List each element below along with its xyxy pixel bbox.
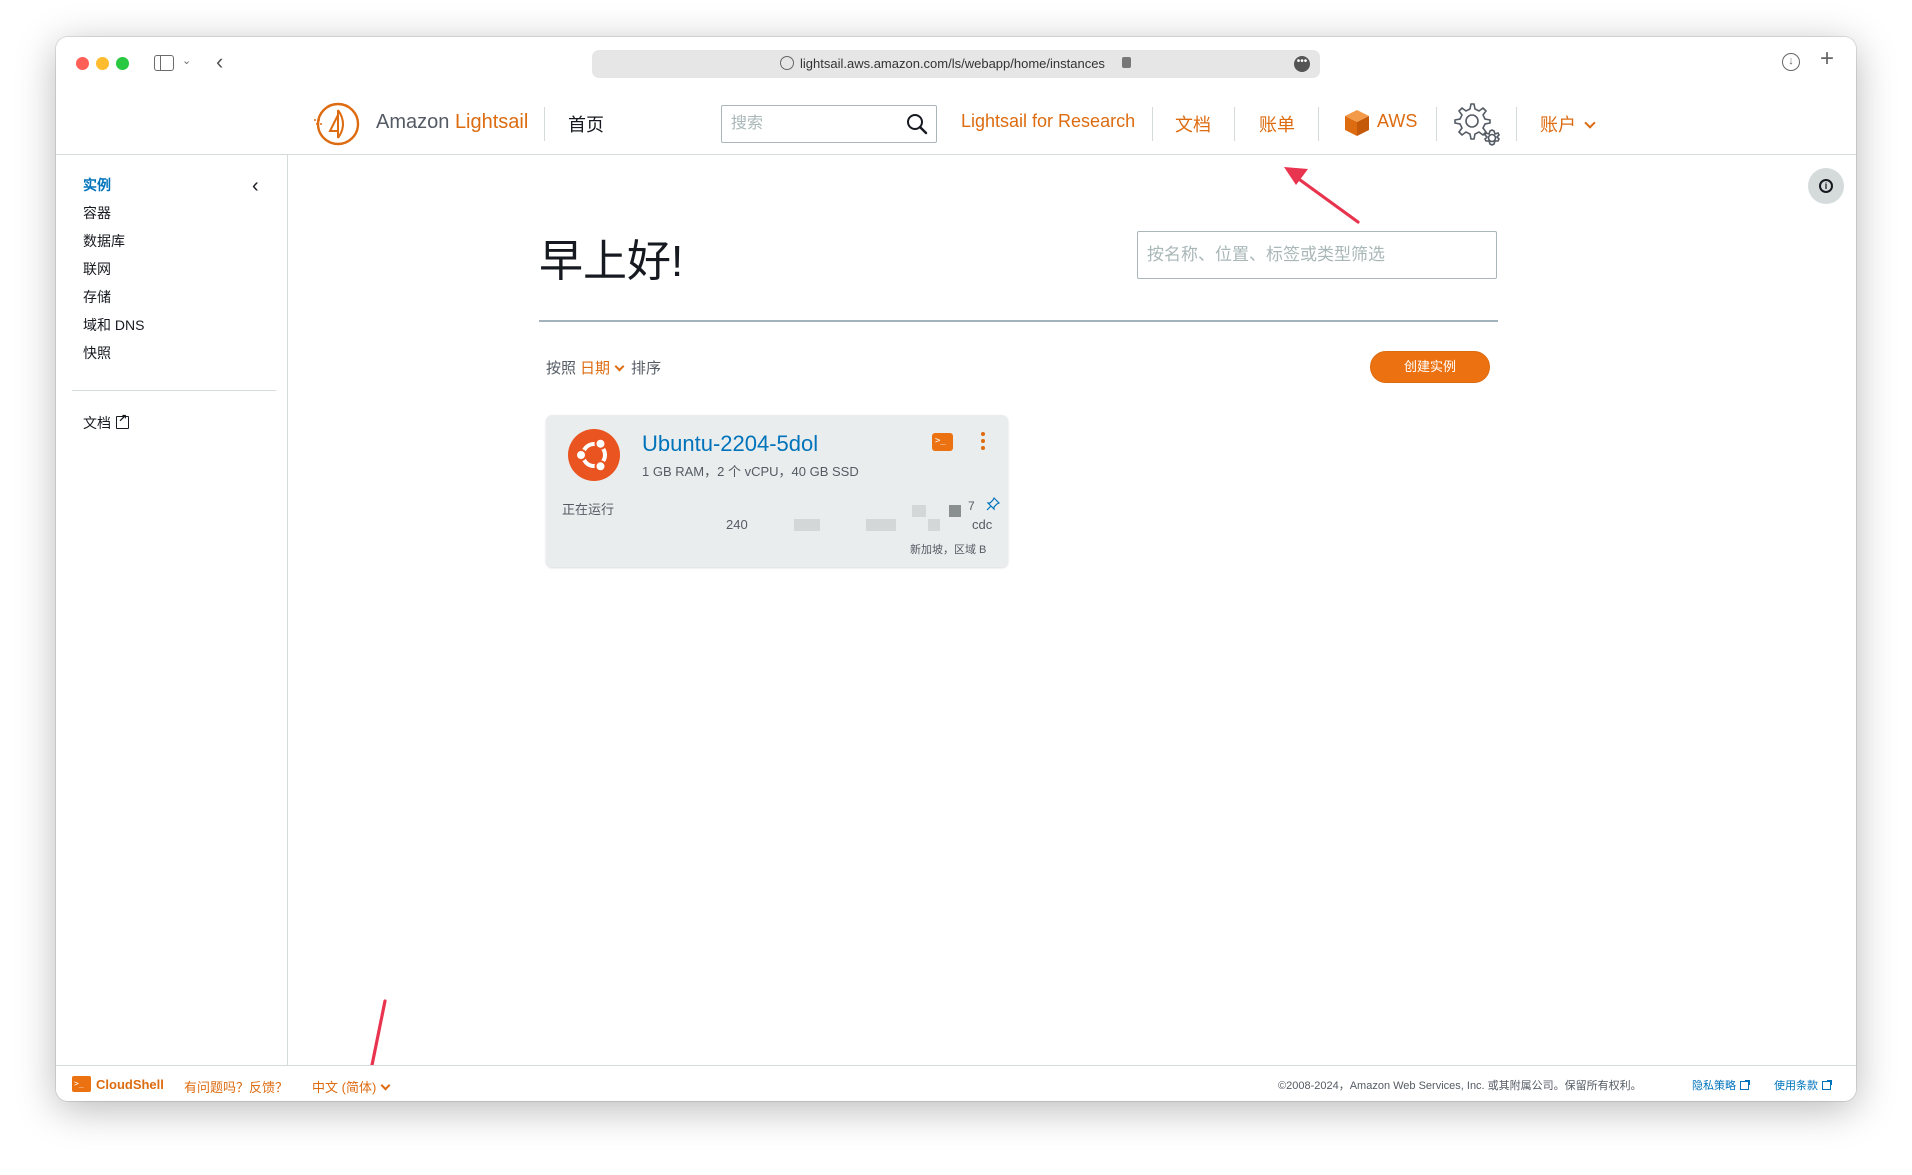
collapse-sidebar-icon[interactable]: ‹ bbox=[252, 175, 259, 198]
redacted-block bbox=[928, 519, 940, 531]
account-menu[interactable]: 账户 bbox=[1540, 111, 1596, 137]
external-link-icon bbox=[1822, 1080, 1832, 1090]
external-link-icon bbox=[1740, 1080, 1750, 1090]
sidebar-item-containers[interactable]: 容器 bbox=[83, 203, 111, 223]
create-instance-button[interactable]: 创建实例 bbox=[1370, 351, 1490, 383]
sort-suffix: 排序 bbox=[631, 360, 662, 377]
sidebar-item-networking[interactable]: 联网 bbox=[83, 259, 111, 279]
search-box[interactable] bbox=[721, 105, 937, 143]
terminal-connect-icon[interactable]: >_ bbox=[932, 433, 953, 451]
instance-region: 新加坡，区域 B bbox=[910, 544, 987, 556]
terms-link[interactable]: 使用条款 bbox=[1774, 1077, 1832, 1093]
divider bbox=[544, 107, 545, 141]
content-divider bbox=[539, 320, 1498, 322]
logo-prefix: Amazon bbox=[376, 111, 455, 133]
search-icon[interactable] bbox=[906, 113, 928, 135]
globe-icon bbox=[780, 56, 794, 70]
more-actions-icon[interactable] bbox=[980, 432, 986, 452]
terms-label: 使用条款 bbox=[1774, 1080, 1818, 1092]
lightsail-research-link[interactable]: Lightsail for Research bbox=[961, 111, 1135, 132]
logo-accent: Lightsail bbox=[454, 111, 529, 133]
sidebar-item-domains-dns[interactable]: 域和 DNS bbox=[83, 315, 144, 335]
instance-ip-suffix: 7 bbox=[968, 499, 975, 513]
address-bar[interactable]: lightsail.aws.amazon.com/ls/webapp/home/… bbox=[592, 50, 1320, 78]
download-icon[interactable]: ↓ bbox=[1782, 53, 1800, 71]
close-window-button[interactable] bbox=[76, 57, 89, 70]
redacted-block bbox=[866, 519, 896, 531]
sidebar-item-storage[interactable]: 存储 bbox=[83, 287, 111, 307]
redacted-block bbox=[912, 505, 926, 517]
divider bbox=[1516, 107, 1517, 141]
new-tab-icon[interactable]: + bbox=[1820, 47, 1834, 71]
pin-icon[interactable] bbox=[986, 497, 1000, 511]
privacy-link[interactable]: 隐私策略 bbox=[1692, 1077, 1750, 1093]
chevron-down-icon bbox=[1584, 117, 1596, 129]
sidebar-item-databases[interactable]: 数据库 bbox=[83, 231, 125, 251]
language-selector[interactable]: 中文 (简体) bbox=[312, 1077, 391, 1096]
divider bbox=[1318, 107, 1319, 141]
divider bbox=[1234, 107, 1235, 141]
more-options-icon[interactable]: ••• bbox=[1294, 56, 1310, 72]
aws-cube-icon[interactable] bbox=[1344, 109, 1370, 137]
privacy-label: 隐私策略 bbox=[1692, 1080, 1736, 1092]
search-input[interactable] bbox=[722, 106, 892, 142]
logo-text[interactable]: Amazon Lightsail bbox=[376, 111, 528, 134]
sidebar-item-snapshots[interactable]: 快照 bbox=[83, 343, 111, 363]
aws-link[interactable]: AWS bbox=[1377, 111, 1417, 132]
settings-gear-icon[interactable] bbox=[1454, 103, 1504, 149]
sidebar-docs-link[interactable]: 文档 bbox=[83, 412, 129, 433]
sidebar-divider bbox=[72, 390, 276, 391]
lock-icon bbox=[1122, 57, 1131, 68]
footer: >_ CloudShell 有问题吗？反馈？ 中文 (简体) ©2008-202… bbox=[56, 1065, 1856, 1101]
browser-window: ⌄ ‹ lightsail.aws.amazon.com/ls/webapp/h… bbox=[56, 37, 1856, 1101]
sort-prefix: 按照 bbox=[546, 360, 577, 377]
chevron-down-icon[interactable] bbox=[614, 361, 625, 372]
sort-dropdown[interactable]: 日期 bbox=[580, 360, 610, 377]
minimize-window-button[interactable] bbox=[96, 57, 109, 70]
filter-input[interactable] bbox=[1137, 231, 1497, 279]
instance-ip: 240 bbox=[726, 517, 748, 532]
app-header: Amazon Lightsail 首页 Lightsail for Resear… bbox=[56, 89, 1856, 155]
docs-link[interactable]: 文档 bbox=[1175, 111, 1211, 137]
instance-name-link[interactable]: Ubuntu-2204-5dol bbox=[642, 431, 818, 457]
chevron-down-icon bbox=[380, 1080, 391, 1091]
cloudshell-link[interactable]: CloudShell bbox=[96, 1077, 164, 1092]
chevron-down-icon[interactable]: ⌄ bbox=[182, 54, 191, 67]
url-text[interactable]: lightsail.aws.amazon.com/ls/webapp/home/… bbox=[800, 56, 1105, 71]
sidebar-item-instances[interactable]: 实例 bbox=[83, 175, 111, 195]
redacted-block bbox=[794, 519, 820, 531]
feedback-link[interactable]: 有问题吗？反馈？ bbox=[184, 1077, 288, 1096]
instance-zone-suffix: cdc bbox=[972, 517, 993, 532]
browser-toolbar: ⌄ ‹ lightsail.aws.amazon.com/ls/webapp/h… bbox=[56, 37, 1856, 89]
account-label: 账户 bbox=[1540, 115, 1576, 135]
lightsail-logo-icon[interactable] bbox=[314, 101, 360, 147]
info-button[interactable]: i bbox=[1808, 168, 1844, 204]
home-link[interactable]: 首页 bbox=[568, 111, 604, 137]
copyright-text: ©2008-2024，Amazon Web Services, Inc. 或其附… bbox=[1278, 1080, 1642, 1092]
sort-control: 按照 日期 排序 bbox=[546, 357, 661, 378]
zoom-window-button[interactable] bbox=[116, 57, 129, 70]
back-arrow-icon[interactable]: ‹ bbox=[216, 49, 223, 75]
instance-card[interactable]: Ubuntu-2204-5dol 1 GB RAM，2 个 vCPU，40 GB… bbox=[546, 415, 1008, 567]
language-label: 中文 (简体) bbox=[312, 1080, 377, 1095]
info-icon: i bbox=[1819, 179, 1833, 193]
page-title: 早上好! bbox=[539, 237, 684, 286]
divider bbox=[1152, 107, 1153, 141]
instance-status: 正在运行 bbox=[562, 502, 615, 517]
cloudshell-icon[interactable]: >_ bbox=[72, 1076, 91, 1092]
sidebar-docs-label: 文档 bbox=[83, 415, 111, 431]
divider bbox=[1436, 107, 1437, 141]
instance-specs: 1 GB RAM，2 个 vCPU，40 GB SSD bbox=[642, 464, 859, 479]
ubuntu-icon bbox=[568, 429, 620, 481]
billing-link[interactable]: 账单 bbox=[1259, 111, 1295, 137]
external-link-icon bbox=[116, 412, 129, 429]
sidebar-toggle-icon[interactable] bbox=[154, 55, 174, 71]
sidebar: 实例 ‹ 容器 数据库 联网 存储 域和 DNS 快照 文档 bbox=[56, 155, 288, 1065]
redacted-block bbox=[949, 505, 961, 517]
